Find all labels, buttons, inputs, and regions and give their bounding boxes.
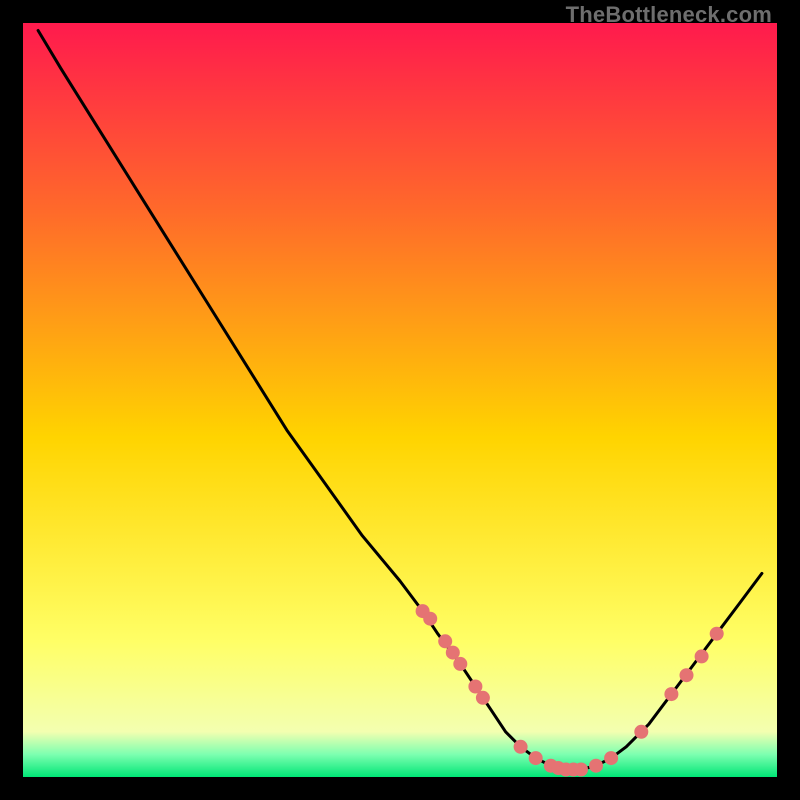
- data-point: [680, 668, 694, 682]
- data-point: [476, 691, 490, 705]
- data-point: [604, 751, 618, 765]
- data-point: [634, 725, 648, 739]
- data-point: [423, 612, 437, 626]
- data-point: [589, 759, 603, 773]
- data-point: [574, 763, 588, 777]
- bottleneck-chart: [23, 23, 777, 777]
- data-point: [710, 627, 724, 641]
- data-point: [529, 751, 543, 765]
- data-point: [453, 657, 467, 671]
- data-point: [695, 649, 709, 663]
- data-point: [514, 740, 528, 754]
- chart-background: [23, 23, 777, 777]
- data-point: [664, 687, 678, 701]
- chart-frame: [23, 23, 777, 777]
